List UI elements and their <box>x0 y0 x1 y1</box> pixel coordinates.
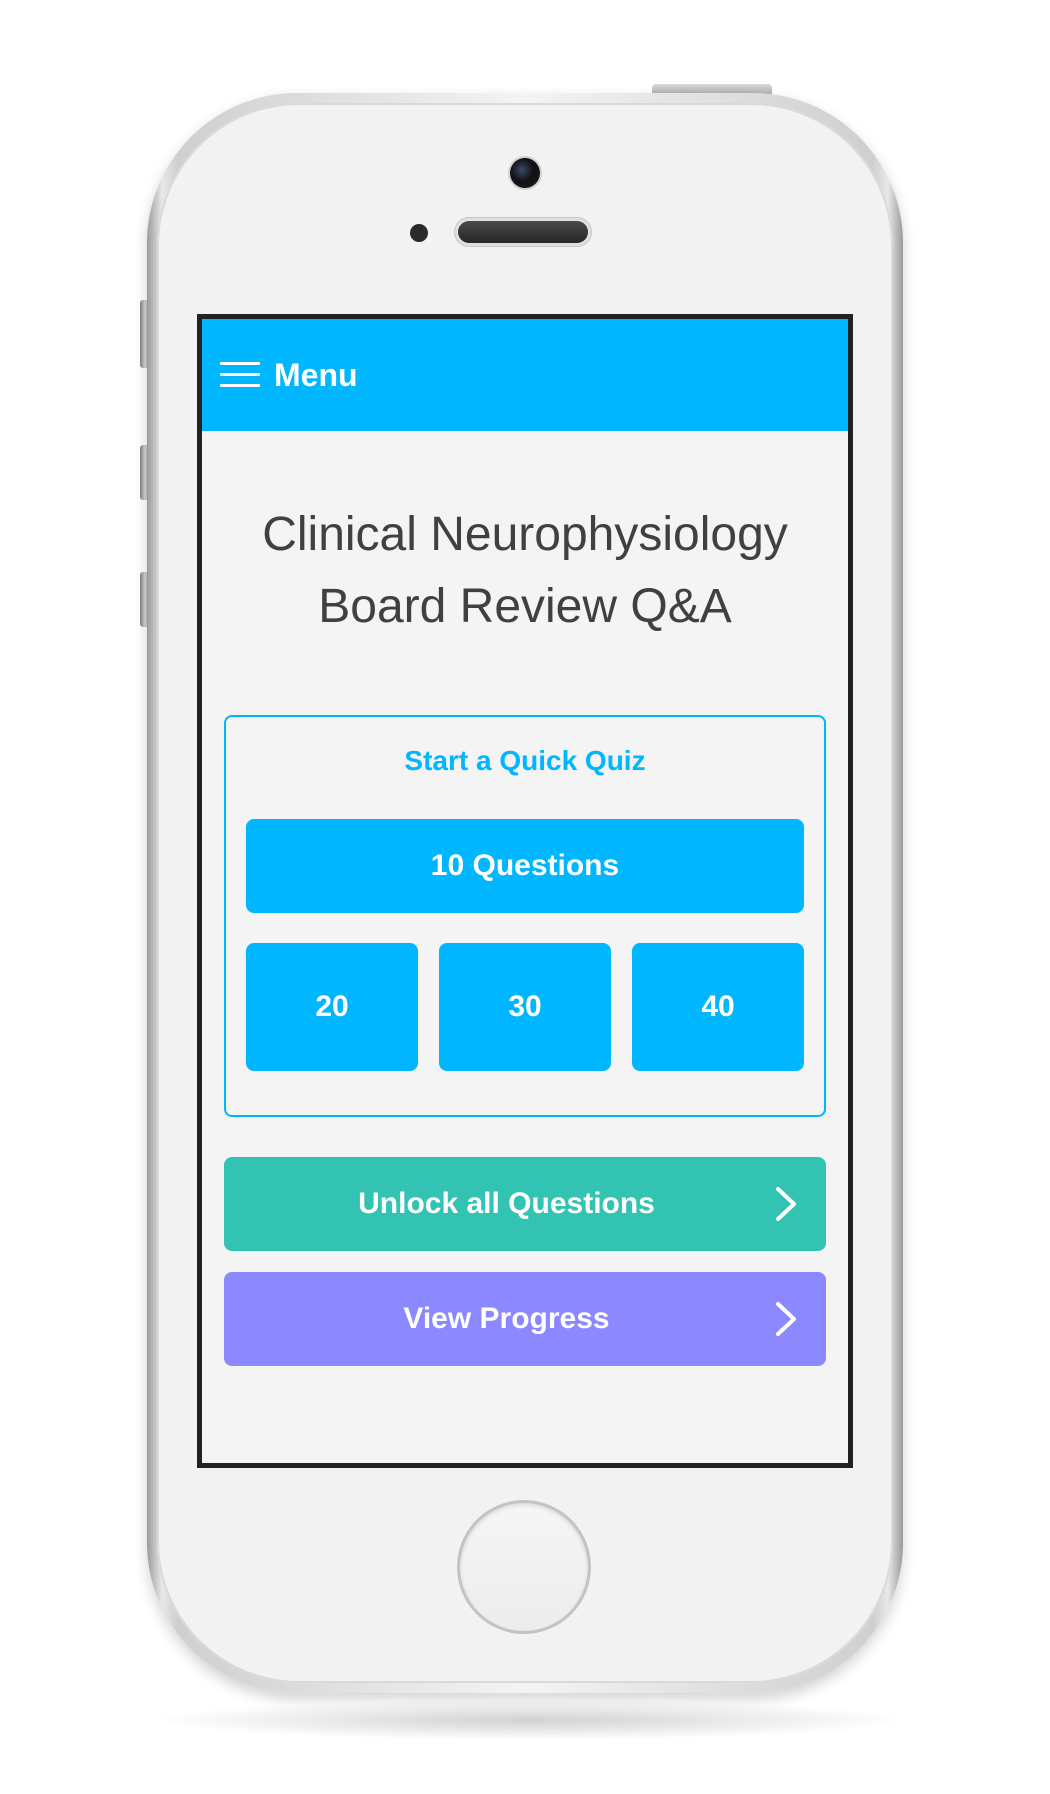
home-button <box>457 1500 591 1634</box>
view-progress-button[interactable]: View Progress <box>224 1272 826 1366</box>
front-camera <box>510 158 540 188</box>
chevron-right-icon <box>776 1187 796 1221</box>
chevron-right-icon <box>776 1302 796 1336</box>
unlock-all-questions-button[interactable]: Unlock all Questions <box>224 1157 826 1251</box>
app-screen: Menu Clinical Neurophysiology Board Revi… <box>197 314 853 1468</box>
device-mockup: Menu Clinical Neurophysiology Board Revi… <box>0 0 1050 1794</box>
hamburger-menu-icon <box>220 362 260 388</box>
quiz-30-button[interactable]: 30 <box>439 943 611 1071</box>
quiz-20-button[interactable]: 20 <box>246 943 418 1071</box>
menu-label: Menu <box>274 356 358 393</box>
proximity-sensor <box>410 224 428 242</box>
quick-quiz-heading: Start a Quick Quiz <box>404 745 646 776</box>
quiz-40-button[interactable]: 40 <box>632 943 804 1071</box>
unlock-label: Unlock all Questions <box>358 1187 655 1220</box>
menu-button[interactable]: Menu <box>220 351 358 399</box>
earpiece-speaker <box>458 221 588 243</box>
top-bar: Menu <box>202 319 848 431</box>
page-title: Clinical Neurophysiology Board Review Q&… <box>202 499 848 643</box>
page-title-line2: Board Review Q&A <box>318 580 732 633</box>
page-title-line1: Clinical Neurophysiology <box>262 508 788 561</box>
progress-label: View Progress <box>403 1302 610 1335</box>
quick-quiz-card: Start a Quick Quiz 10 Questions 20 30 40 <box>224 715 826 1117</box>
quiz-10-questions-button[interactable]: 10 Questions <box>246 819 804 913</box>
phone-shadow <box>150 1700 910 1740</box>
